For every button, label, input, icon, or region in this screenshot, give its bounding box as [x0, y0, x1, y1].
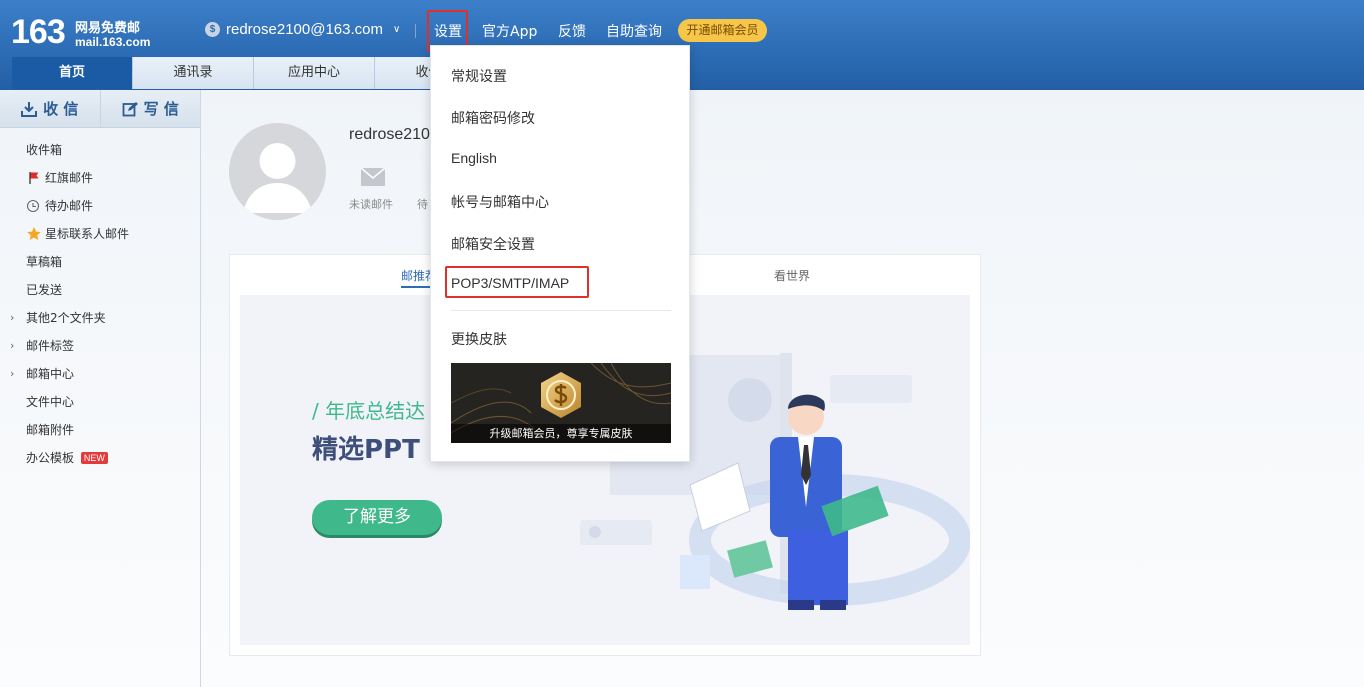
clock-icon: [27, 199, 40, 213]
nav-official-app[interactable]: 官方App: [482, 21, 537, 41]
account-email: redrose2100@163.com: [226, 21, 383, 38]
todo-mail-label[interactable]: 待: [417, 196, 428, 212]
subtab-world[interactable]: 看世界: [774, 267, 810, 284]
avatar[interactable]: [229, 123, 326, 220]
mail-app: 163 网易免费邮 mail.163.com $ redrose2100@163…: [0, 0, 1364, 687]
menu-change-skin[interactable]: 更换皮肤: [451, 329, 507, 349]
banner-title: 精选PPT: [312, 435, 420, 465]
folder-list: 收件箱 红旗邮件 待办邮件 星标联系人邮件 草稿箱 已发送 › 其他2个文件夹 ›…: [0, 128, 200, 472]
folder-attachments[interactable]: 邮箱附件: [0, 416, 200, 444]
chevron-right-icon: ›: [10, 339, 15, 352]
folder-mailbox-center[interactable]: › 邮箱中心: [0, 360, 200, 388]
folder-mail-tags[interactable]: › 邮件标签: [0, 332, 200, 360]
compose-button[interactable]: 写 信: [101, 90, 201, 127]
tab-home[interactable]: 首页: [12, 57, 133, 89]
nav-self-service[interactable]: 自助查询: [606, 21, 662, 41]
tab-app-center[interactable]: 应用中心: [254, 57, 375, 89]
folder-inbox[interactable]: 收件箱: [0, 136, 200, 164]
user-silhouette-icon: [243, 143, 312, 213]
subtab-underline: [401, 286, 433, 288]
pop3-highlight-box: [445, 266, 589, 298]
menu-security-settings[interactable]: 邮箱安全设置: [451, 234, 535, 254]
gold-coin-icon: [541, 372, 581, 418]
skin-promo-text: 升级邮箱会员，尊享专属皮肤: [451, 424, 671, 443]
envelope-icon[interactable]: [361, 168, 385, 186]
chevron-right-icon: ›: [10, 311, 15, 324]
unread-mail-label[interactable]: 未读邮件: [349, 196, 393, 212]
account-switcher[interactable]: $ redrose2100@163.com ∨: [205, 21, 400, 38]
folder-starred-contacts[interactable]: 星标联系人邮件: [0, 220, 200, 248]
coin-icon: $: [205, 22, 220, 37]
banner-subtitle: / 年底总结达: [312, 399, 426, 423]
sidebar: 收 信 写 信 收件箱 红旗邮件 待办邮件 星标联系人邮件 草稿箱 已发送 › …: [0, 90, 201, 687]
folder-file-center[interactable]: 文件中心: [0, 388, 200, 416]
sidebar-actions: 收 信 写 信: [0, 90, 200, 128]
folder-other[interactable]: › 其他2个文件夹: [0, 304, 200, 332]
logo[interactable]: 163 网易免费邮 mail.163.com: [11, 13, 150, 51]
receive-label: 收 信: [43, 100, 79, 118]
vip-button[interactable]: 开通邮箱会员: [678, 19, 767, 42]
red-flag-icon: [29, 172, 39, 184]
chevron-right-icon: ›: [10, 367, 15, 380]
menu-account-center[interactable]: 帐号与邮箱中心: [451, 192, 549, 212]
folder-sent[interactable]: 已发送: [0, 276, 200, 304]
learn-more-button[interactable]: 了解更多: [312, 500, 442, 535]
menu-english[interactable]: English: [451, 150, 497, 166]
tab-contacts[interactable]: 通讯录: [133, 57, 254, 89]
menu-divider: [451, 310, 671, 311]
skin-promo-banner[interactable]: 升级邮箱会员，尊享专属皮肤: [451, 363, 671, 443]
compose-label: 写 信: [143, 100, 179, 118]
download-icon: [21, 101, 38, 117]
chevron-down-icon: ∨: [393, 24, 401, 35]
compose-icon: [122, 101, 138, 116]
main-tabs: 首页 通讯录 应用中心 收件箱: [12, 57, 496, 89]
folder-red-flag[interactable]: 红旗邮件: [0, 164, 200, 192]
nav-feedback[interactable]: 反馈: [558, 21, 586, 41]
divider: [415, 24, 416, 38]
menu-general-settings[interactable]: 常规设置: [451, 66, 507, 86]
star-icon: [27, 227, 41, 240]
folder-todo[interactable]: 待办邮件: [0, 192, 200, 220]
folder-drafts[interactable]: 草稿箱: [0, 248, 200, 276]
menu-change-password[interactable]: 邮箱密码修改: [451, 108, 535, 128]
logo-cn-text: 网易免费邮: [75, 21, 141, 36]
logo-domain: mail.163.com: [75, 35, 151, 49]
new-badge: NEW: [80, 452, 108, 464]
profile-username[interactable]: redrose210: [349, 126, 430, 144]
settings-dropdown: 常规设置 邮箱密码修改 English 帐号与邮箱中心 邮箱安全设置 POP3/…: [430, 45, 690, 462]
logo-number: 163: [11, 13, 66, 51]
receive-button[interactable]: 收 信: [0, 90, 101, 127]
folder-office-templates[interactable]: 办公模板 NEW: [0, 444, 200, 472]
